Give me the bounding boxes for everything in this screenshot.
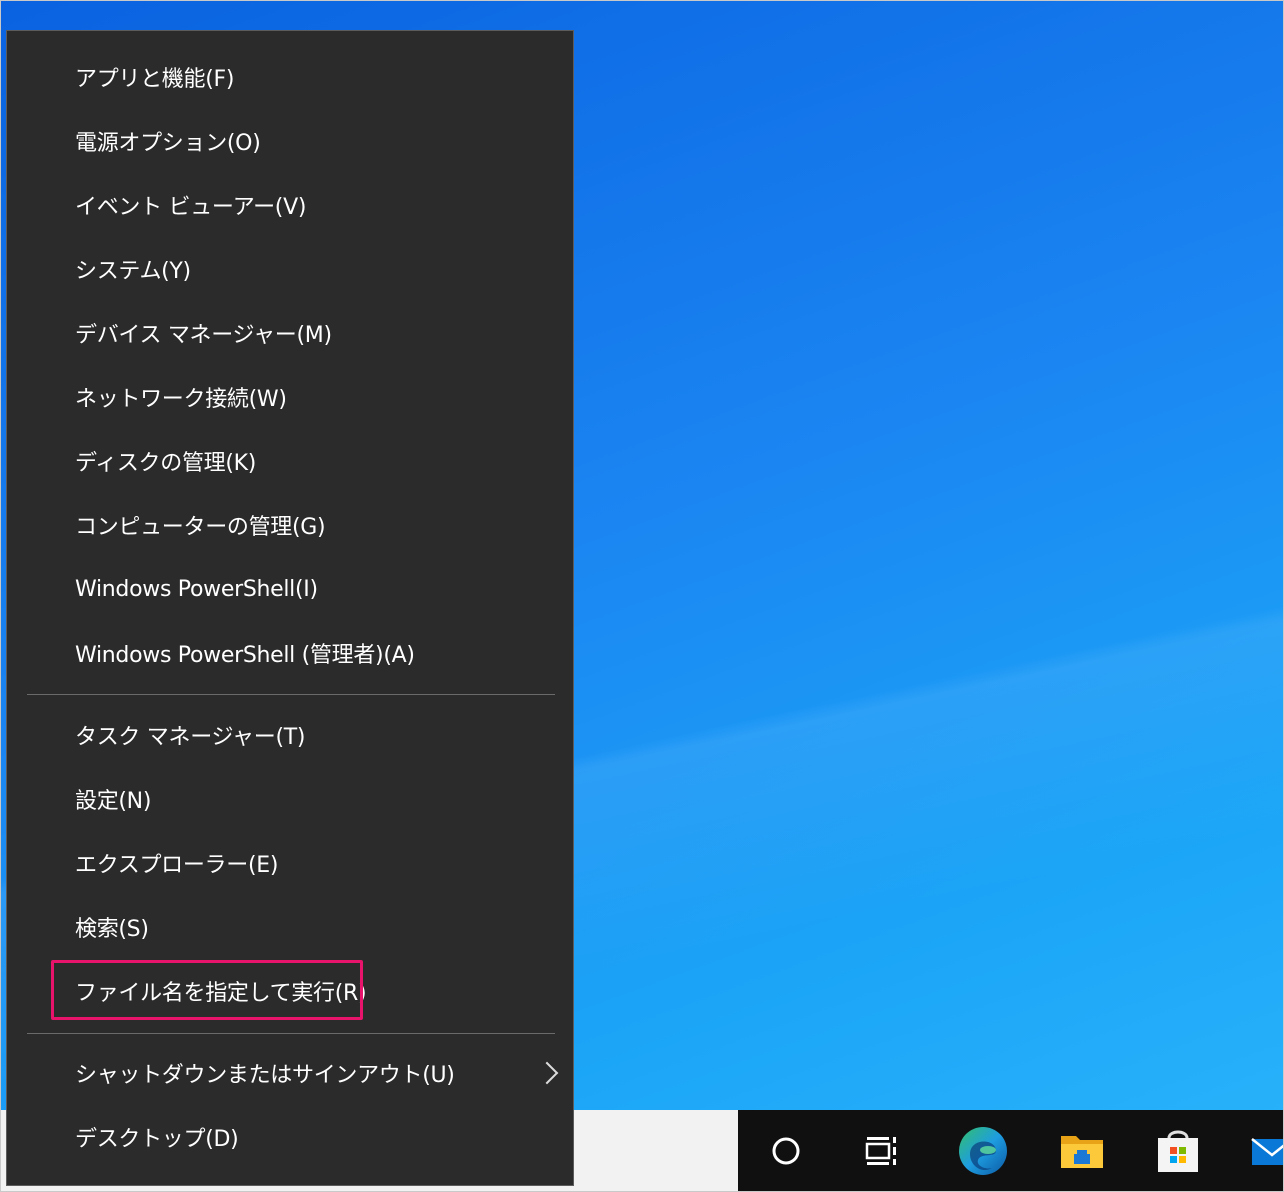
- file-explorer-icon[interactable]: [1054, 1120, 1110, 1182]
- chevron-right-icon: [535, 1061, 559, 1085]
- menu-item-search[interactable]: 検索(S): [7, 895, 573, 959]
- menu-item-apps-features[interactable]: アプリと機能(F): [7, 45, 573, 109]
- edge-icon[interactable]: [955, 1120, 1011, 1182]
- store-icon[interactable]: [1150, 1120, 1206, 1182]
- menu-item-power-options[interactable]: 電源オプション(O): [7, 109, 573, 173]
- menu-item-network-connections[interactable]: ネットワーク接続(W): [7, 365, 573, 429]
- menu-item-powershell-admin[interactable]: Windows PowerShell (管理者)(A): [7, 621, 573, 685]
- menu-item-desktop[interactable]: デスクトップ(D): [7, 1105, 573, 1169]
- menu-item-device-manager[interactable]: デバイス マネージャー(M): [7, 301, 573, 365]
- cortana-icon[interactable]: [758, 1120, 814, 1182]
- menu-item-shutdown-signout[interactable]: シャットダウンまたはサインアウト(U): [7, 1041, 573, 1105]
- menu-item-system[interactable]: システム(Y): [7, 237, 573, 301]
- menu-item-disk-management[interactable]: ディスクの管理(K): [7, 429, 573, 493]
- task-view-icon[interactable]: [853, 1120, 909, 1182]
- mail-icon[interactable]: [1246, 1120, 1284, 1182]
- menu-separator: [27, 694, 555, 695]
- menu-item-file-explorer[interactable]: エクスプローラー(E): [7, 831, 573, 895]
- menu-item-task-manager[interactable]: タスク マネージャー(T): [7, 703, 573, 767]
- menu-separator: [27, 1033, 555, 1034]
- menu-item-label: シャットダウンまたはサインアウト(U): [75, 1063, 455, 1088]
- menu-item-event-viewer[interactable]: イベント ビューアー(V): [7, 173, 573, 237]
- menu-item-run[interactable]: ファイル名を指定して実行(R): [7, 959, 573, 1023]
- menu-item-computer-management[interactable]: コンピューターの管理(G): [7, 493, 573, 557]
- menu-item-settings[interactable]: 設定(N): [7, 767, 573, 831]
- menu-item-powershell[interactable]: Windows PowerShell(I): [7, 557, 573, 621]
- win-x-context-menu: アプリと機能(F) 電源オプション(O) イベント ビューアー(V) システム(…: [6, 30, 574, 1186]
